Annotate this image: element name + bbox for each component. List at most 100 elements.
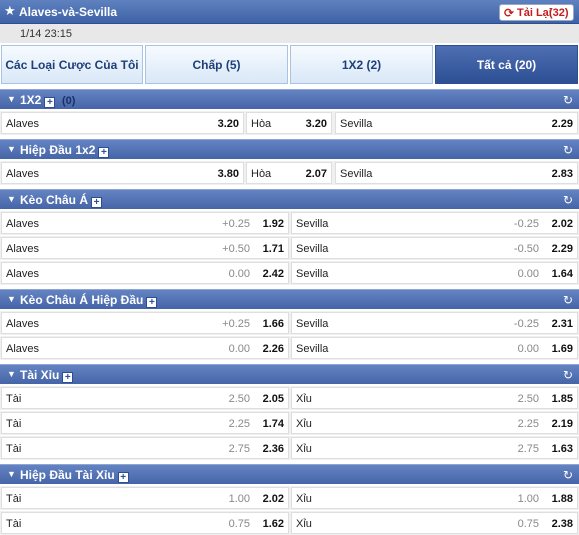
right-odds-cell[interactable]: Xỉu 2.25 2.19 — [291, 412, 578, 434]
right-odds-cell[interactable]: Sevilla 0.00 1.64 — [291, 262, 578, 284]
left-odds-cell[interactable]: Tài 0.75 1.62 — [1, 512, 289, 534]
tab-1x2[interactable]: 1X2 (2) — [290, 45, 433, 84]
selection-name: Alaves — [6, 268, 40, 280]
odds-value: 1.92 — [262, 218, 284, 230]
home-odds-cell[interactable]: Alaves 3.80 — [1, 162, 244, 184]
section-header[interactable]: ▼ Hiệp Đầu Tài Xỉu + ↻ — [0, 464, 579, 484]
selection-name: Alaves — [6, 343, 40, 355]
odds-value: 3.20 — [217, 118, 239, 130]
odds-value: 2.42 — [262, 268, 284, 280]
expand-plus-icon[interactable]: + — [146, 297, 158, 308]
section-title-text: Hiệp Đầu Tài Xỉu — [20, 468, 115, 482]
right-odds-cell[interactable]: Xỉu 1.00 1.88 — [291, 487, 578, 509]
section-title: Hiệp Đầu Tài Xỉu + — [20, 468, 129, 483]
left-odds-cell[interactable]: Tài 2.25 1.74 — [1, 412, 289, 434]
odds-value: 2.31 — [551, 318, 573, 330]
handicap-line: 2.25 — [228, 418, 250, 430]
tab-my-bets[interactable]: Các Loại Cược Của Tôi — [1, 45, 143, 84]
section-title: Tài Xỉu + — [20, 368, 74, 383]
handicap-line: 0.00 — [517, 268, 539, 280]
selection-name: Tài — [6, 443, 22, 455]
selection-name: Tài — [6, 493, 22, 505]
expand-plus-icon[interactable]: + — [117, 472, 129, 483]
collapse-triangle-icon[interactable]: ▼ — [7, 369, 16, 379]
tab-handicap[interactable]: Chấp (5) — [145, 45, 288, 84]
right-odds-cell[interactable]: Sevilla -0.25 2.02 — [291, 212, 578, 234]
right-odds-cell[interactable]: Xỉu 2.50 1.85 — [291, 387, 578, 409]
collapse-triangle-icon[interactable]: ▼ — [7, 469, 16, 479]
odds-value: 2.36 — [262, 443, 284, 455]
collapse-triangle-icon[interactable]: ▼ — [7, 294, 16, 304]
odds-value: 1.85 — [551, 393, 573, 405]
odds-value: 1.64 — [551, 268, 573, 280]
refresh-icon[interactable]: ↻ — [563, 93, 573, 107]
selection-name: Hòa — [251, 118, 272, 130]
left-odds-cell[interactable]: Tài 1.00 2.02 — [1, 487, 289, 509]
selection-name: Tài — [6, 418, 22, 430]
left-odds-cell[interactable]: Alaves +0.25 1.66 — [1, 312, 289, 334]
section-header[interactable]: ▼ Hiệp Đầu 1x2 + ↻ — [0, 139, 579, 159]
section-title-text: Kèo Châu Á Hiệp Đầu — [20, 293, 144, 307]
left-odds-cell[interactable]: Tài 2.50 2.05 — [1, 387, 289, 409]
handicap-line: 2.50 — [517, 393, 539, 405]
away-odds-cell[interactable]: Sevilla 2.83 — [335, 162, 578, 184]
selection-name: Sevilla — [340, 168, 373, 180]
right-odds-cell[interactable]: Sevilla -0.25 2.31 — [291, 312, 578, 334]
handicap-line: +0.25 — [222, 218, 250, 230]
home-odds-cell[interactable]: Alaves 3.20 — [1, 112, 244, 134]
handicap-line: -0.50 — [513, 243, 539, 255]
left-odds-cell[interactable]: Alaves +0.25 1.92 — [1, 212, 289, 234]
reload-count: (32) — [549, 7, 569, 19]
odds-value: 1.69 — [551, 343, 573, 355]
selection-name: Xỉu — [296, 418, 312, 430]
handicap-line: 2.75 — [228, 443, 250, 455]
left-odds-cell[interactable]: Tài 2.75 2.36 — [1, 437, 289, 459]
selection-name: Sevilla — [296, 343, 329, 355]
refresh-icon[interactable]: ↻ — [563, 293, 573, 307]
section-title: Kèo Châu Á + — [20, 193, 103, 208]
match-time: 1/14 23:15 — [20, 28, 72, 40]
refresh-icon[interactable]: ↻ — [563, 143, 573, 157]
expand-plus-icon[interactable]: + — [98, 147, 110, 158]
expand-plus-icon[interactable]: + — [62, 372, 74, 383]
handicap-line: -0.25 — [513, 318, 539, 330]
collapse-triangle-icon[interactable]: ▼ — [7, 194, 16, 204]
odds-value: 1.71 — [262, 243, 284, 255]
collapse-triangle-icon[interactable]: ▼ — [7, 94, 16, 104]
tab-all[interactable]: Tất cả (20) — [435, 45, 578, 84]
reload-button[interactable]: ⟳ Tải Lại (32) — [499, 4, 574, 21]
away-odds-cell[interactable]: Sevilla 2.29 — [335, 112, 578, 134]
odds-value: 1.66 — [262, 318, 284, 330]
odds-value: 2.02 — [262, 493, 284, 505]
selection-name: Tài — [6, 518, 22, 530]
expand-plus-icon[interactable]: + — [44, 97, 56, 108]
left-odds-cell[interactable]: Alaves +0.50 1.71 — [1, 237, 289, 259]
collapse-triangle-icon[interactable]: ▼ — [7, 144, 16, 154]
star-icon[interactable]: ★ — [4, 4, 18, 18]
left-odds-cell[interactable]: Alaves 0.00 2.42 — [1, 262, 289, 284]
refresh-icon[interactable]: ↻ — [563, 468, 573, 482]
expand-plus-icon[interactable]: + — [91, 197, 103, 208]
section-title-text: Tài Xỉu — [20, 368, 60, 382]
handicap-line: +0.50 — [222, 243, 250, 255]
refresh-icon[interactable]: ↻ — [563, 368, 573, 382]
section-title: 1X2 + — [20, 93, 56, 108]
draw-odds-cell[interactable]: Hòa 2.07 — [246, 162, 332, 184]
right-odds-cell[interactable]: Xỉu 2.75 1.63 — [291, 437, 578, 459]
section-header[interactable]: ▼ Tài Xỉu + ↻ — [0, 364, 579, 384]
refresh-icon[interactable]: ↻ — [563, 193, 573, 207]
handicap-line: 2.75 — [517, 443, 539, 455]
right-odds-cell[interactable]: Xỉu 0.75 2.38 — [291, 512, 578, 534]
left-odds-cell[interactable]: Alaves 0.00 2.26 — [1, 337, 289, 359]
selection-name: Xỉu — [296, 393, 312, 405]
right-odds-cell[interactable]: Sevilla 0.00 1.69 — [291, 337, 578, 359]
odds-row: Alaves 0.00 2.42 Sevilla 0.00 1.64 — [0, 261, 579, 285]
draw-odds-cell[interactable]: Hòa 3.20 — [246, 112, 332, 134]
odds-row: Tài 0.75 1.62 Xỉu 0.75 2.38 — [0, 511, 579, 535]
right-odds-cell[interactable]: Sevilla -0.50 2.29 — [291, 237, 578, 259]
section-header[interactable]: ▼ 1X2 + (0) ↻ — [0, 89, 579, 109]
section-header[interactable]: ▼ Kèo Châu Á Hiệp Đầu + ↻ — [0, 289, 579, 309]
selection-name: Sevilla — [296, 268, 329, 280]
handicap-line: 2.50 — [228, 393, 250, 405]
section-header[interactable]: ▼ Kèo Châu Á + ↻ — [0, 189, 579, 209]
